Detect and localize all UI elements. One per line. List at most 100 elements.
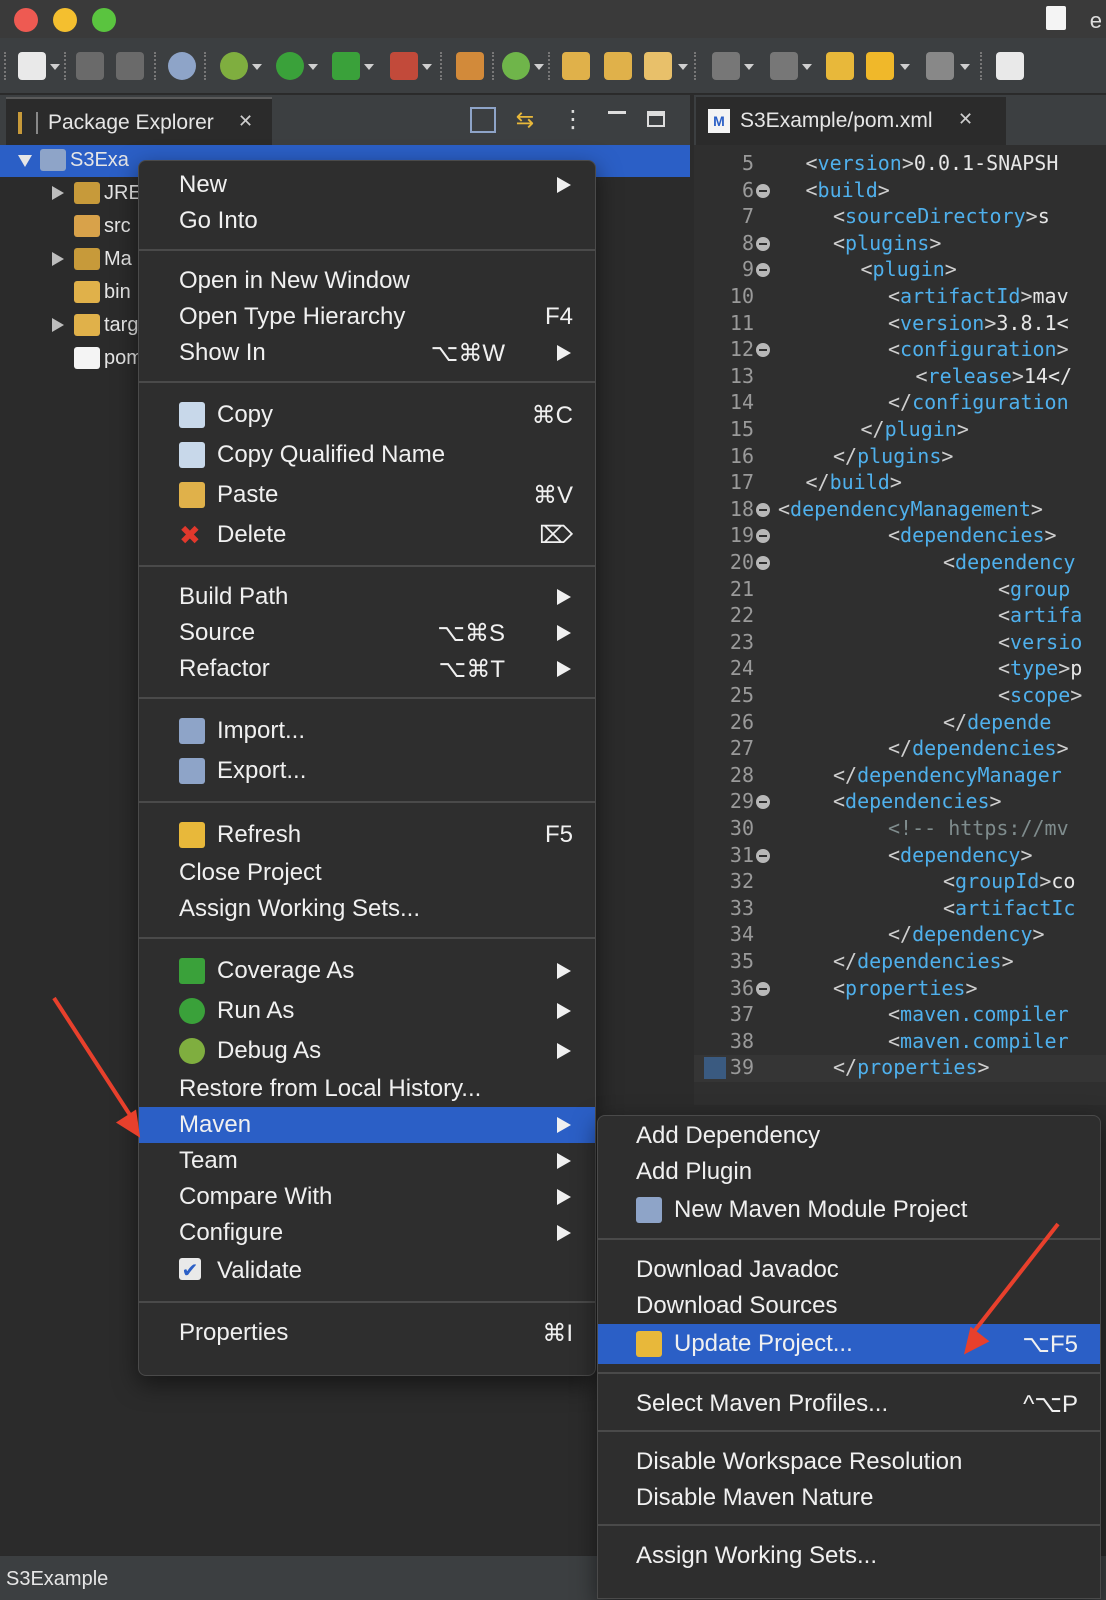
fold-toggle-icon[interactable] xyxy=(756,343,770,358)
view-menu-icon[interactable]: ⋮ xyxy=(560,107,586,133)
new-wizard-icon[interactable] xyxy=(18,52,46,80)
menu-item-download-sources[interactable]: Download Sources xyxy=(598,1288,1100,1324)
fold-toggle-icon[interactable] xyxy=(756,236,770,251)
menu-item-compare-with[interactable]: Compare With xyxy=(139,1179,595,1215)
close-icon[interactable]: ✕ xyxy=(958,109,973,130)
previous-annotation-icon[interactable] xyxy=(770,52,798,80)
minimize-window-button[interactable] xyxy=(53,8,77,32)
menu-item-show-in[interactable]: Show In ⌥⌘W xyxy=(139,335,595,371)
tab-package-explorer[interactable]: Package Explorer ✕ xyxy=(6,97,272,145)
fold-toggle-icon[interactable] xyxy=(756,183,770,198)
chevron-down-icon[interactable] xyxy=(364,64,374,70)
open-task-icon[interactable] xyxy=(604,52,632,80)
menu-item-properties[interactable]: Properties ⌘I xyxy=(139,1315,595,1351)
code-editor[interactable]: 5 <version>0.0.1-SNAPSH 6 <build> 7 <sourceDi… xyxy=(694,147,1106,1105)
chevron-down-icon[interactable] xyxy=(534,64,544,70)
menu-item-refactor[interactable]: Refactor ⌥⌘T xyxy=(139,651,595,687)
menu-item-close-project[interactable]: Close Project xyxy=(139,855,595,891)
menu-item-validate[interactable]: ✔ Validate xyxy=(139,1251,595,1291)
highlight-icon[interactable] xyxy=(644,52,672,80)
tree-item[interactable]: src xyxy=(0,211,140,243)
menu-item-coverage-as[interactable]: Coverage As xyxy=(139,951,595,991)
chevron-down-icon[interactable] xyxy=(50,64,60,70)
fold-toggle-icon[interactable] xyxy=(756,848,770,863)
tree-item[interactable]: pom xyxy=(0,343,143,375)
menu-item-assign-working-sets[interactable]: Assign Working Sets... xyxy=(598,1538,1100,1574)
menu-item-paste[interactable]: Paste ⌘V xyxy=(139,475,595,515)
chevron-down-icon[interactable] xyxy=(678,64,688,70)
collapse-all-icon[interactable] xyxy=(470,107,496,133)
menu-item-new[interactable]: New xyxy=(139,167,595,203)
new-class-icon[interactable] xyxy=(502,52,530,80)
run-external-tool-icon[interactable] xyxy=(390,52,418,80)
fold-toggle-icon[interactable] xyxy=(756,556,770,570)
chevron-right-icon[interactable] xyxy=(52,186,64,200)
tab-pom-xml[interactable]: M S3Example/pom.xml ✕ xyxy=(696,97,1006,145)
menu-item-copy-qualified-name[interactable]: Copy Qualified Name xyxy=(139,435,595,475)
menu-item-debug-as[interactable]: Debug As xyxy=(139,1031,595,1071)
fold-toggle-icon[interactable] xyxy=(756,981,770,996)
chevron-down-icon[interactable] xyxy=(802,64,812,70)
minimize-view-icon[interactable] xyxy=(604,107,630,133)
forward-arrow-icon[interactable] xyxy=(926,52,954,80)
menu-item-add-dependency[interactable]: Add Dependency xyxy=(598,1118,1100,1154)
zoom-window-button[interactable] xyxy=(92,8,116,32)
chevron-down-icon[interactable] xyxy=(252,64,262,70)
chevron-down-icon[interactable] xyxy=(308,64,318,70)
run-icon[interactable] xyxy=(276,52,304,80)
menu-item-export[interactable]: Export... xyxy=(139,751,595,791)
menu-item-update-project[interactable]: Update Project... ⌥F5 xyxy=(598,1324,1100,1364)
menu-item-team[interactable]: Team xyxy=(139,1143,595,1179)
menu-item-disable-workspace-resolution[interactable]: Disable Workspace Resolution xyxy=(598,1444,1100,1480)
menu-item-add-plugin[interactable]: Add Plugin xyxy=(598,1154,1100,1190)
chevron-down-icon[interactable] xyxy=(744,64,754,70)
close-icon[interactable]: ✕ xyxy=(238,111,253,132)
fold-toggle-icon[interactable] xyxy=(756,263,770,278)
debug-icon[interactable] xyxy=(220,52,248,80)
chevron-right-icon[interactable] xyxy=(52,318,64,332)
menu-item-select-maven-profiles[interactable]: Select Maven Profiles... ^⌥P xyxy=(598,1386,1100,1422)
open-perspective-icon[interactable] xyxy=(996,52,1024,80)
chevron-down-icon[interactable] xyxy=(900,64,910,70)
tree-item[interactable]: bin xyxy=(0,277,140,309)
menu-item-go-into[interactable]: Go Into xyxy=(139,203,595,239)
tree-item[interactable]: targ xyxy=(0,310,140,342)
fold-toggle-icon[interactable] xyxy=(756,795,770,810)
menu-item-maven[interactable]: Maven xyxy=(139,1107,595,1143)
last-edit-location-icon[interactable] xyxy=(826,52,854,80)
close-window-button[interactable] xyxy=(14,8,38,32)
menu-item-open-type-hierarchy[interactable]: Open Type Hierarchy F4 xyxy=(139,299,595,335)
menu-item-disable-maven-nature[interactable]: Disable Maven Nature xyxy=(598,1480,1100,1516)
link-with-editor-icon[interactable]: ⇆ xyxy=(512,107,538,133)
chevron-down-icon[interactable] xyxy=(18,155,32,167)
menu-item-restore-from-local-history[interactable]: Restore from Local History... xyxy=(139,1071,595,1107)
menu-item-configure[interactable]: Configure xyxy=(139,1215,595,1251)
menu-item-build-path[interactable]: Build Path xyxy=(139,579,595,615)
next-annotation-icon[interactable] xyxy=(712,52,740,80)
menu-item-delete[interactable]: ✖ Delete ⌦ xyxy=(139,515,595,555)
new-java-package-icon[interactable] xyxy=(456,52,484,80)
menu-item-download-javadoc[interactable]: Download Javadoc xyxy=(598,1252,1100,1288)
menu-item-assign-working-sets[interactable]: Assign Working Sets... xyxy=(139,891,595,927)
menu-item-new-maven-module-project[interactable]: New Maven Module Project xyxy=(598,1190,1100,1230)
save-icon[interactable] xyxy=(76,52,104,80)
chevron-down-icon[interactable] xyxy=(422,64,432,70)
search-icon[interactable] xyxy=(168,52,196,80)
maximize-view-icon[interactable] xyxy=(644,107,670,133)
menu-item-import[interactable]: Import... xyxy=(139,711,595,751)
coverage-icon[interactable] xyxy=(332,52,360,80)
tree-item[interactable]: Ma xyxy=(0,244,140,276)
menu-item-refresh[interactable]: Refresh F5 xyxy=(139,815,595,855)
menu-item-source[interactable]: Source ⌥⌘S xyxy=(139,615,595,651)
chevron-right-icon[interactable] xyxy=(52,252,64,266)
tree-item[interactable]: JRE xyxy=(0,178,142,210)
save-all-icon[interactable] xyxy=(116,52,144,80)
menu-item-copy[interactable]: Copy ⌘C xyxy=(139,395,595,435)
menu-item-run-as[interactable]: Run As xyxy=(139,991,595,1031)
menu-item-open-in-new-window[interactable]: Open in New Window xyxy=(139,263,595,299)
fold-toggle-icon[interactable] xyxy=(756,502,770,517)
chevron-down-icon[interactable] xyxy=(960,64,970,70)
open-type-icon[interactable] xyxy=(562,52,590,80)
back-arrow-icon[interactable] xyxy=(866,52,894,80)
fold-toggle-icon[interactable] xyxy=(756,529,770,544)
